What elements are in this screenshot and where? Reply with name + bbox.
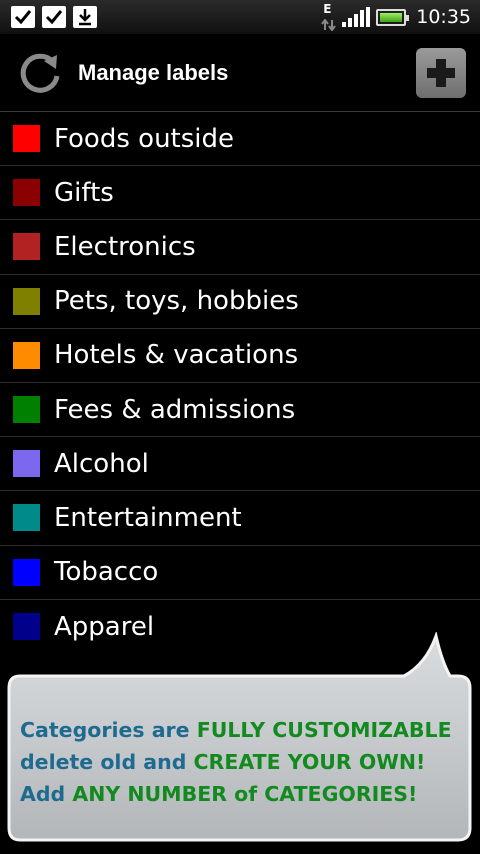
label-list: Foods outside Gifts Electronics Pets, to… [0, 112, 480, 654]
page-title: Manage labels [78, 59, 229, 85]
label-name: Pets, toys, hobbies [54, 286, 299, 317]
label-name: Gifts [54, 177, 114, 208]
color-swatch [13, 287, 40, 315]
color-swatch [13, 233, 40, 261]
promo-line: Add ANY NUMBER of CATEGORIES! [20, 782, 418, 806]
network-type-label: E [323, 2, 332, 16]
battery-icon [376, 8, 410, 26]
data-network-icon: E [320, 2, 337, 32]
checkbox-icon [42, 6, 66, 28]
color-swatch [13, 396, 40, 424]
label-item[interactable]: Foods outside [0, 112, 480, 167]
label-item[interactable]: Alcohol [0, 437, 480, 492]
color-swatch [13, 341, 40, 369]
status-clock: 10:35 [416, 6, 471, 28]
label-name: Alcohol [54, 448, 149, 479]
label-name: Foods outside [54, 123, 235, 154]
plus-icon [427, 58, 455, 87]
color-swatch [13, 558, 40, 586]
promo-line: Categories are FULLY CUSTOMIZABLE [20, 718, 452, 742]
label-item[interactable]: Entertainment [0, 491, 480, 546]
label-name: Fees & admissions [54, 394, 296, 425]
add-label-button[interactable] [416, 47, 466, 98]
color-swatch [13, 504, 40, 532]
color-swatch [13, 179, 40, 207]
notification-icons [0, 6, 97, 28]
refresh-icon [20, 53, 60, 93]
label-name: Electronics [54, 231, 196, 262]
label-item[interactable]: Gifts [0, 166, 480, 221]
color-swatch [13, 125, 40, 153]
checkbox-icon [11, 6, 35, 28]
refresh-button[interactable] [14, 47, 66, 99]
download-icon [73, 6, 97, 28]
label-name: Entertainment [54, 502, 242, 533]
signal-strength-icon [342, 7, 371, 27]
promo-message: Categories are FULLY CUSTOMIZABLE delete… [20, 714, 466, 810]
label-item[interactable]: Hotels & vacations [0, 329, 480, 383]
label-item[interactable]: Pets, toys, hobbies [0, 275, 480, 329]
title-bar: Manage labels [0, 34, 480, 112]
label-item[interactable]: Fees & admissions [0, 383, 480, 438]
label-item[interactable]: Tobacco [0, 546, 480, 600]
label-item[interactable]: Electronics [0, 220, 480, 275]
promo-line: delete old and CREATE YOUR OWN! [20, 750, 426, 774]
label-name: Hotels & vacations [54, 340, 299, 371]
label-name: Tobacco [54, 557, 159, 588]
status-indicators: E 10:35 [320, 2, 480, 32]
battery-level [380, 12, 403, 22]
color-swatch [13, 450, 40, 478]
status-bar: E 10:35 [0, 0, 480, 34]
promo-callout: Categories are FULLY CUSTOMIZABLE delete… [6, 632, 474, 844]
